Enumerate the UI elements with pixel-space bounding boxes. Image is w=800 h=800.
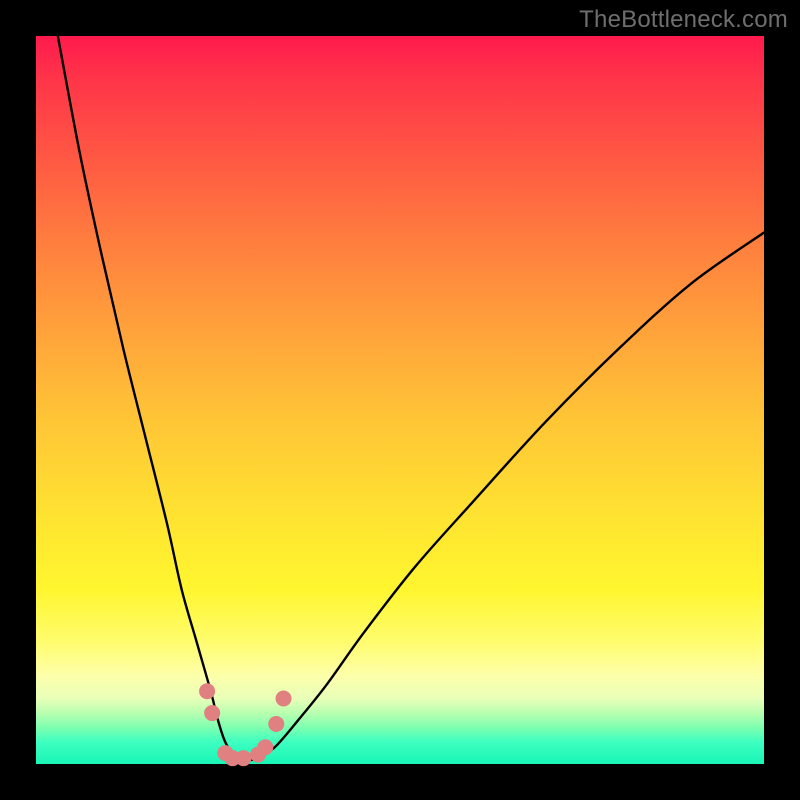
curve-markers bbox=[199, 683, 291, 766]
plot-area bbox=[36, 36, 764, 764]
curve-layer bbox=[36, 36, 764, 764]
curve-marker bbox=[199, 683, 215, 699]
curve-marker bbox=[235, 750, 251, 766]
curve-marker bbox=[276, 690, 292, 706]
watermark-text: TheBottleneck.com bbox=[579, 6, 788, 34]
curve-marker bbox=[268, 716, 284, 732]
curve-marker bbox=[204, 705, 220, 721]
bottleneck-curve bbox=[58, 36, 764, 760]
curve-marker bbox=[257, 739, 273, 755]
chart-frame: TheBottleneck.com bbox=[0, 0, 800, 800]
